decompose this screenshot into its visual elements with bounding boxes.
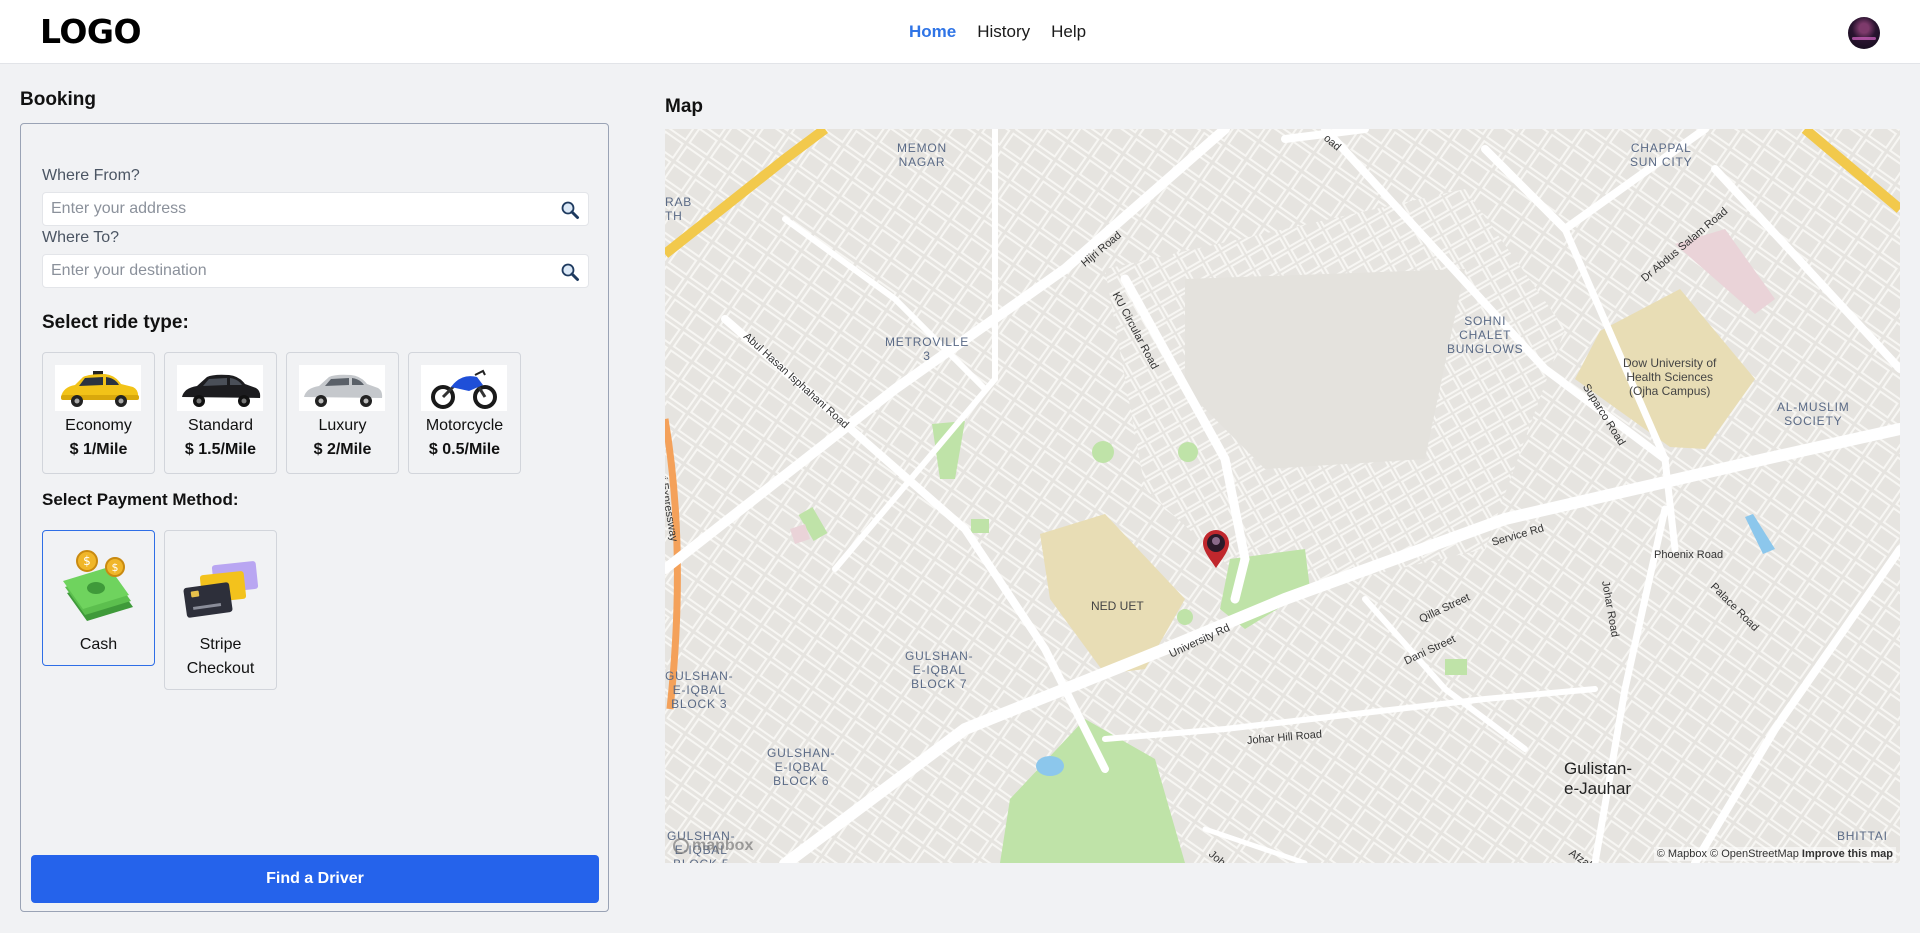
payment-name: Cash: [79, 636, 118, 653]
from-label: Where From?: [42, 167, 140, 184]
user-avatar[interactable]: [1848, 17, 1880, 49]
map-base-layer: [665, 129, 1900, 863]
payment-name: Stripe Checkout: [186, 636, 255, 677]
cash-icon: $ $: [63, 550, 133, 621]
black-car-icon: [177, 365, 263, 411]
location-pin-icon[interactable]: [1201, 529, 1231, 569]
map-attribution: © Mapbox © OpenStreetMap Improve this ma…: [1653, 847, 1896, 861]
ride-price: $ 1/Mile: [69, 441, 128, 458]
logo[interactable]: LOGO: [40, 12, 142, 51]
map-view[interactable]: MEMON NAGAR CHAPPAL SUN CITY METROVILLE …: [665, 129, 1900, 863]
to-field: [42, 254, 589, 288]
mapbox-logo-text: mapbox: [692, 837, 754, 854]
area-label: MEMON NAGAR: [897, 141, 947, 169]
area-label: BHITTAI: [1837, 829, 1888, 843]
ride-option-economy[interactable]: Economy $ 1/Mile: [42, 352, 155, 474]
search-icon[interactable]: [560, 200, 580, 220]
to-label: Where To?: [42, 229, 120, 246]
ride-option-motorcycle[interactable]: Motorcycle $ 0.5/Mile: [408, 352, 521, 474]
area-label: METROVILLE 3: [885, 335, 970, 363]
area-label: GULSHAN- E-IQBAL BLOCK 6: [767, 746, 836, 788]
payment-option-cash[interactable]: $ $ Cash: [42, 530, 155, 666]
nav-link-help[interactable]: Help: [1051, 22, 1086, 42]
ride-name: Motorcycle: [425, 417, 504, 434]
ride-price: $ 1.5/Mile: [184, 441, 257, 458]
campus-label: Dow University of Health Sciences (Ojha …: [1623, 356, 1717, 398]
booking-title: Booking: [20, 89, 96, 110]
yellow-taxi-icon: [55, 365, 141, 411]
payment-title: Select Payment Method:: [42, 490, 239, 509]
nav-links: Home History Help: [909, 22, 1086, 42]
mapbox-logo-icon: [673, 838, 689, 854]
ride-price: $ 0.5/Mile: [428, 441, 501, 458]
svg-text:$: $: [83, 554, 91, 568]
nav-link-home[interactable]: Home: [909, 22, 956, 42]
credit-cards-icon: [183, 561, 259, 618]
attribution-text: © Mapbox © OpenStreetMap: [1656, 848, 1799, 860]
ride-name: Luxury: [318, 417, 367, 434]
mapbox-logo[interactable]: mapbox: [673, 837, 753, 855]
ride-name: Standard: [188, 417, 253, 434]
ride-type-title: Select ride type:: [42, 312, 189, 333]
area-label: AL-MUSLIM SOCIETY: [1777, 400, 1850, 428]
area-label: SOHNI CHALET BUNGLOWS: [1447, 314, 1524, 356]
area-label: RAB TH: [665, 195, 693, 223]
payment-option-stripe[interactable]: Stripe Checkout: [164, 530, 277, 690]
silver-car-icon: [299, 365, 385, 411]
ride-price: $ 2/Mile: [313, 441, 372, 458]
area-label: CHAPPAL SUN CITY: [1630, 141, 1693, 169]
booking-panel: Where From? Where To? Select ride type: …: [20, 123, 609, 912]
city-label: Gulistan- e-Jauhar: [1564, 759, 1633, 798]
area-label: GULSHAN- E-IQBAL BLOCK 7: [905, 649, 974, 691]
find-driver-button[interactable]: Find a Driver: [31, 855, 599, 903]
ride-option-luxury[interactable]: Luxury $ 2/Mile: [286, 352, 399, 474]
navbar: LOGO Home History Help: [0, 0, 1920, 64]
street-label: Phoenix Road: [1654, 549, 1724, 561]
area-label: GULSHAN- E-IQBAL BLOCK 3: [665, 669, 734, 711]
map-title: Map: [665, 96, 703, 117]
campus-label: NED UET: [1091, 599, 1144, 613]
ride-option-standard[interactable]: Standard $ 1.5/Mile: [164, 352, 277, 474]
svg-text:$: $: [112, 561, 119, 574]
from-input[interactable]: [43, 193, 543, 225]
from-field: [42, 192, 589, 226]
search-icon[interactable]: [560, 262, 580, 282]
to-input[interactable]: [43, 255, 543, 287]
improve-map-link[interactable]: Improve this map: [1802, 848, 1893, 860]
nav-link-history[interactable]: History: [977, 22, 1030, 42]
motorcycle-icon: [421, 365, 507, 411]
ride-name: Economy: [65, 417, 132, 434]
